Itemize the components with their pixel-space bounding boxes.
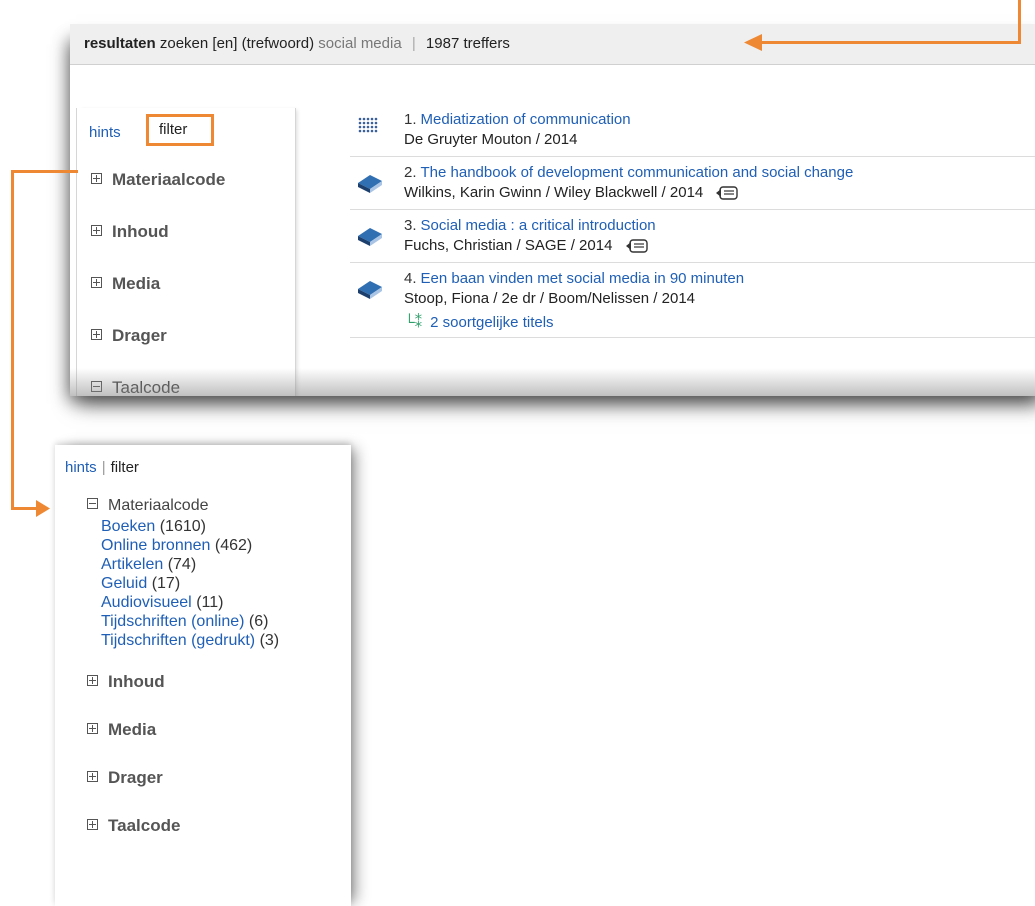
result-title-link[interactable]: Mediatization of communication	[421, 111, 631, 128]
dots-grid-icon	[358, 117, 378, 133]
expand-icon	[87, 819, 98, 831]
sidebar-tabs: hints | filter	[55, 445, 351, 479]
facet-option[interactable]: Audiovisueel (11)	[101, 593, 351, 612]
result-meta: Wilkins, Karin Gwinn / Wiley Blackwell /…	[404, 184, 704, 201]
collapse-icon	[87, 498, 98, 510]
result-number: 1.	[404, 111, 417, 128]
facet-option[interactable]: Boeken (1610)	[101, 517, 351, 536]
result-number: 4.	[404, 270, 417, 287]
similar-titles-link[interactable]: └⁑ 2 soortgelijke titels	[404, 309, 1035, 331]
query-prefix: zoeken [en] (trefwoord)	[159, 35, 315, 52]
book-icon	[358, 175, 382, 193]
connector-line	[11, 170, 14, 510]
facet-option[interactable]: Geluid (17)	[101, 574, 351, 593]
result-title-link[interactable]: Een baan vinden met social media in 90 m…	[421, 270, 745, 287]
expand-icon	[91, 277, 102, 289]
connector-line	[11, 170, 78, 173]
collapse-icon	[91, 381, 102, 393]
materiaal-options: Boeken (1610) Online bronnen (462) Artik…	[55, 517, 351, 650]
result-bar-separator: |	[411, 35, 416, 52]
ebook-icon[interactable]	[715, 186, 739, 200]
result-number: 2.	[404, 164, 417, 181]
result-meta: Fuchs, Christian / SAGE / 2014	[404, 237, 613, 254]
hit-count: 1987 treffers	[425, 35, 510, 52]
facet-option[interactable]: Tijdschriften (gedrukt) (3)	[101, 631, 351, 650]
facet-taalcode[interactable]: Taalcode	[55, 802, 351, 850]
tree-icon: └⁑	[404, 314, 423, 331]
book-icon	[358, 281, 382, 299]
result-meta: Stoop, Fiona / 2e dr / Boom/Nelissen / 2…	[404, 290, 695, 307]
expand-icon	[87, 723, 98, 735]
facet-option[interactable]: Artikelen (74)	[101, 555, 351, 574]
result-item: 4. Een baan vinden met social media in 90…	[350, 263, 1035, 338]
arrow-head-icon	[36, 500, 50, 517]
result-meta: De Gruyter Mouton / 2014	[404, 131, 578, 148]
search-results-panel: resultaten zoeken [en] (trefwoord) socia…	[70, 24, 1035, 396]
facet-inhoud[interactable]: Inhoud	[77, 206, 295, 258]
tab-hints[interactable]: hints	[65, 459, 97, 476]
facet-option[interactable]: Online bronnen (462)	[101, 536, 351, 555]
arrow-head-icon	[744, 34, 762, 51]
facet-inhoud[interactable]: Inhoud	[55, 658, 351, 706]
expand-icon	[91, 329, 102, 341]
connector-line	[762, 41, 1021, 44]
connector-line	[11, 507, 39, 510]
result-title-link[interactable]: The handbook of development communicatio…	[421, 164, 854, 181]
facet-media[interactable]: Media	[77, 258, 295, 310]
facet-taalcode[interactable]: Taalcode	[77, 362, 295, 396]
result-item: 3. Social media : a critical introduction…	[350, 210, 1035, 263]
expanded-facet-sidebar: hints | filter Materiaalcode Boeken (1610)…	[55, 445, 351, 906]
expand-icon	[87, 675, 98, 687]
facet-drager[interactable]: Drager	[77, 310, 295, 362]
tab-filter[interactable]: filter	[111, 459, 139, 476]
facet-media[interactable]: Media	[55, 706, 351, 754]
tabs-separator: |	[101, 459, 106, 476]
result-title-link[interactable]: Social media : a critical introduction	[421, 217, 656, 234]
facet-sidebar: hints filter Materiaalcode Inhoud Media …	[76, 108, 296, 396]
result-item: 1. Mediatization of communication De Gruy…	[350, 104, 1035, 157]
expand-icon	[91, 225, 102, 237]
connector-line	[1018, 0, 1021, 43]
result-number: 3.	[404, 217, 417, 234]
facet-materiaalcode[interactable]: Materiaalcode	[55, 479, 351, 515]
results-label: resultaten	[84, 35, 156, 52]
result-list: 1. Mediatization of communication De Gruy…	[350, 104, 1035, 338]
ebook-icon[interactable]	[625, 239, 649, 253]
expand-icon	[91, 173, 102, 185]
book-icon	[358, 228, 382, 246]
expand-icon	[87, 771, 98, 783]
result-item: 2. The handbook of development communicat…	[350, 157, 1035, 210]
result-bar: resultaten zoeken [en] (trefwoord) socia…	[70, 24, 1035, 65]
facet-materiaalcode[interactable]: Materiaalcode	[77, 154, 295, 206]
tab-hints[interactable]: hints	[89, 124, 121, 141]
facet-option[interactable]: Tijdschriften (online) (6)	[101, 612, 351, 631]
facet-drager[interactable]: Drager	[55, 754, 351, 802]
query-term: social media	[318, 35, 402, 52]
tab-filter[interactable]: filter	[146, 114, 214, 146]
